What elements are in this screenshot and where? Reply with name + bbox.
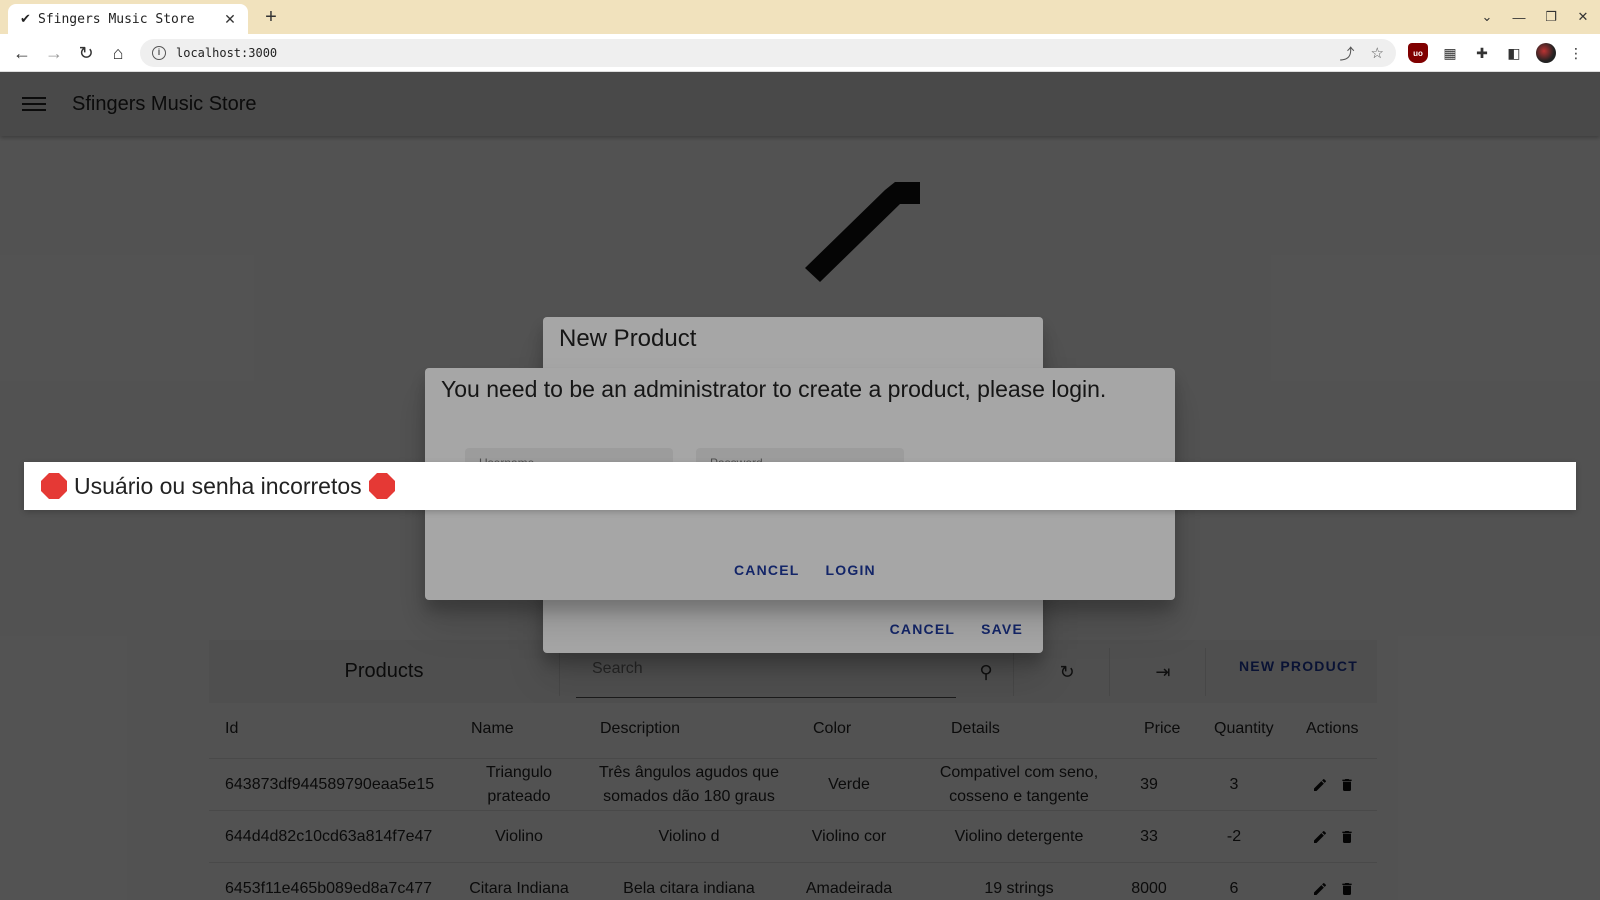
tab-title: Sfingers Music Store [38,11,195,27]
new-tab-button[interactable]: + [260,6,282,28]
back-button[interactable]: ← [10,41,34,65]
close-window-button[interactable]: ✕ [1574,9,1592,25]
stop-sign-icon [368,473,395,499]
error-toast: Usuário ou senha incorretos [24,462,1576,510]
browser-toolbar: ← → ↻ ⌂ i localhost:3000 ⤴ ☆ uo ▦ ✚ ◧ ⋮ [0,34,1600,72]
minimize-button[interactable]: — [1510,10,1528,25]
profile-avatar[interactable] [1536,43,1556,63]
stop-sign-icon [41,473,67,499]
restore-button[interactable]: ❐ [1542,9,1560,25]
bookmark-star-icon[interactable]: ☆ [1371,44,1384,62]
page-content: Sfingers Music Store Products ⚲ ↻ ⇥ NEW … [0,72,1600,900]
forward-button[interactable]: → [42,41,66,65]
share-icon[interactable]: ⤴ [1340,43,1355,64]
toast-message: Usuário ou senha incorretos [74,472,362,499]
chevron-down-icon[interactable]: ⌄ [1478,9,1496,25]
film-extension-icon[interactable]: ▦ [1440,43,1460,63]
more-menu-icon[interactable]: ⋮ [1566,43,1586,63]
browser-tab[interactable]: ✔ Sfingers Music Store ✕ [8,4,248,34]
window-controls: ⌄ — ❐ ✕ [1478,4,1592,30]
address-bar[interactable]: i localhost:3000 ⤴ ☆ [140,39,1396,67]
close-icon[interactable]: ✕ [222,11,238,28]
url-text[interactable]: localhost:3000 [176,46,1324,60]
info-icon[interactable]: i [152,46,166,60]
browser-tab-strip: ✔ Sfingers Music Store ✕ + ⌄ — ❐ ✕ [0,0,1600,34]
side-panel-icon[interactable]: ◧ [1504,43,1524,63]
ublock-extension-icon[interactable]: uo [1408,43,1428,63]
reload-button[interactable]: ↻ [74,41,98,65]
home-button[interactable]: ⌂ [106,41,130,65]
guitar-icon: ✔ [20,11,31,26]
puzzle-extensions-icon[interactable]: ✚ [1472,43,1492,63]
